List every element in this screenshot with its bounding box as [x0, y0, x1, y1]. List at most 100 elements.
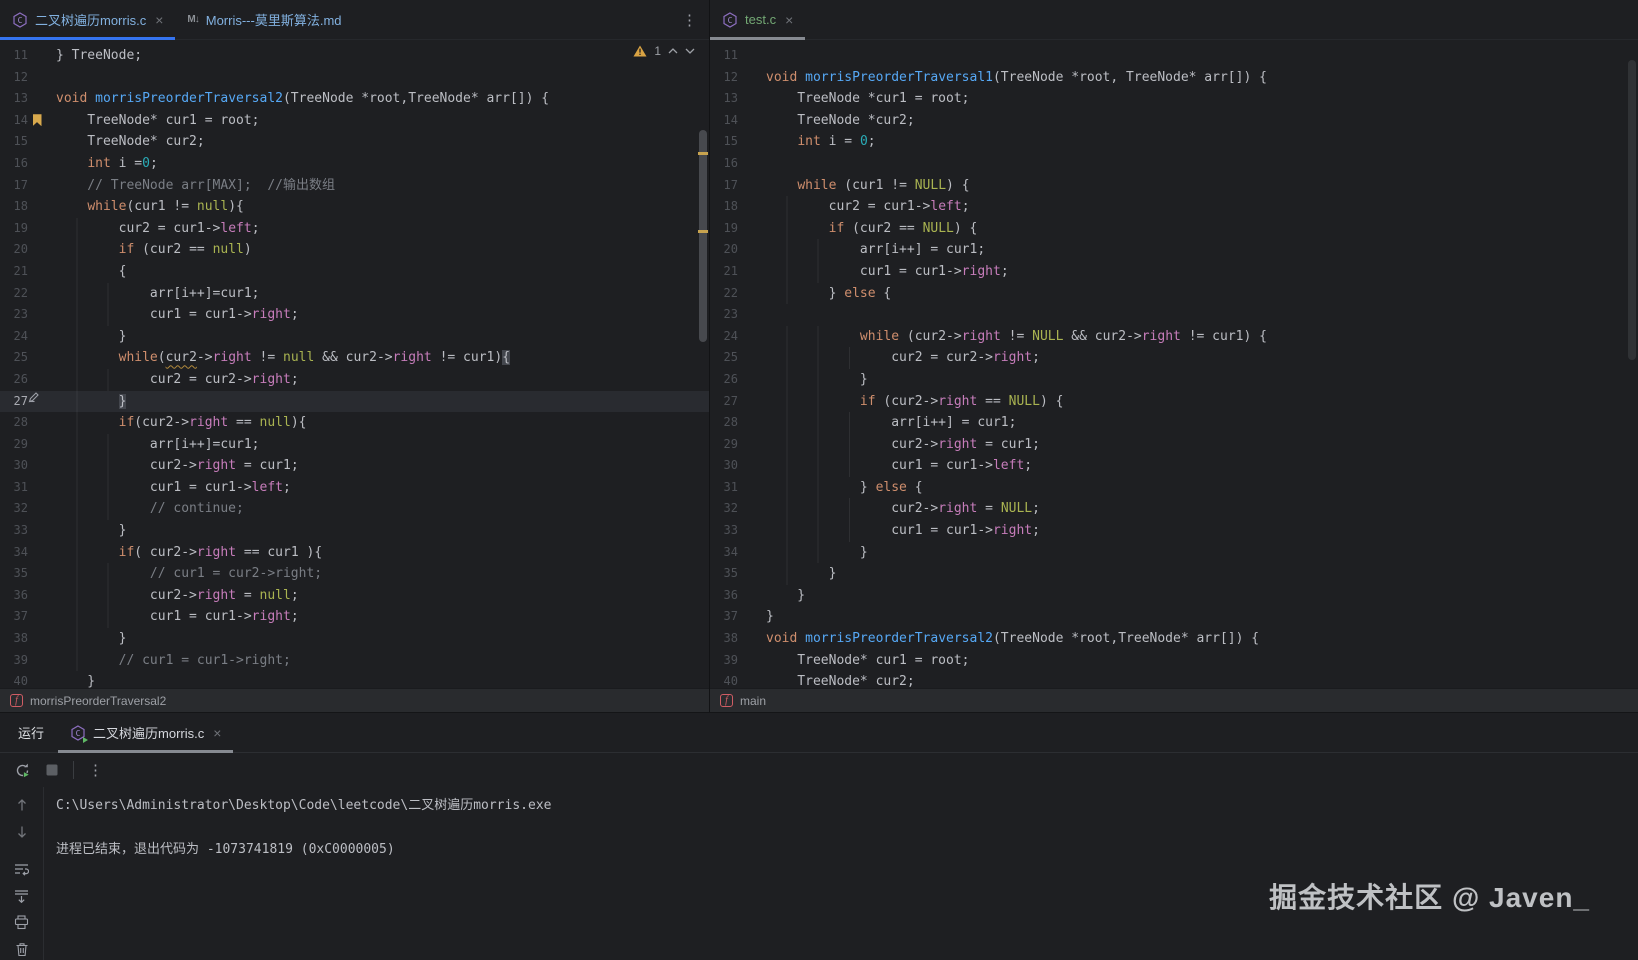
- code-line[interactable]: 39 TreeNode* cur1 = root;: [710, 650, 1638, 672]
- line-number[interactable]: 25: [0, 347, 28, 369]
- breadcrumb-function-name[interactable]: morrisPreorderTraversal2: [30, 694, 166, 708]
- line-number[interactable]: 25: [710, 347, 738, 369]
- code-line[interactable]: 12: [0, 67, 709, 89]
- chevron-down-icon[interactable]: [685, 48, 695, 54]
- code-line[interactable]: 36 }: [710, 585, 1638, 607]
- code-line[interactable]: 21 {: [0, 261, 709, 283]
- code-line[interactable]: 31 } else {: [710, 477, 1638, 499]
- code-line[interactable]: 28 arr[i++] = cur1;: [710, 412, 1638, 434]
- line-number[interactable]: 21: [0, 261, 28, 283]
- line-number[interactable]: 27: [0, 391, 28, 413]
- code-line[interactable]: 31 cur1 = cur1->left;: [0, 477, 709, 499]
- code-line[interactable]: 23: [710, 304, 1638, 326]
- warning-icon[interactable]: [633, 45, 647, 57]
- line-number[interactable]: 29: [0, 434, 28, 456]
- line-number[interactable]: 36: [710, 585, 738, 607]
- prev-occurrence-icon[interactable]: [11, 795, 33, 816]
- line-number[interactable]: 35: [710, 563, 738, 585]
- line-number[interactable]: 15: [0, 131, 28, 153]
- line-number[interactable]: 40: [0, 671, 28, 688]
- code-line[interactable]: 19 cur2 = cur1->left;: [0, 218, 709, 240]
- code-line[interactable]: 20 if (cur2 == null): [0, 239, 709, 261]
- stop-icon[interactable]: [45, 763, 59, 777]
- code-line[interactable]: 28 if(cur2->right == null){: [0, 412, 709, 434]
- line-number[interactable]: 20: [710, 239, 738, 261]
- code-line[interactable]: 36 cur2->right = null;: [0, 585, 709, 607]
- line-number[interactable]: 11: [710, 45, 738, 67]
- line-number[interactable]: 33: [710, 520, 738, 542]
- code-line[interactable]: 39 // cur1 = cur1->right;: [0, 650, 709, 672]
- line-number[interactable]: 21: [710, 261, 738, 283]
- code-line[interactable]: 19 if (cur2 == NULL) {: [710, 218, 1638, 240]
- close-icon[interactable]: ×: [785, 13, 793, 27]
- code-line[interactable]: 30 cur1 = cur1->left;: [710, 455, 1638, 477]
- line-number[interactable]: 24: [0, 326, 28, 348]
- tab-test-c[interactable]: C test.c ×: [710, 0, 805, 39]
- left-editor-scrollbar[interactable]: [698, 40, 708, 688]
- right-breadcrumb[interactable]: f main: [710, 688, 1638, 712]
- line-number[interactable]: 32: [710, 498, 738, 520]
- warning-stripe-mark[interactable]: [698, 152, 708, 155]
- line-number[interactable]: 17: [0, 175, 28, 197]
- code-line[interactable]: 32 cur2->right = NULL;: [710, 498, 1638, 520]
- code-line[interactable]: 15 TreeNode* cur2;: [0, 131, 709, 153]
- code-line[interactable]: 24 while (cur2->right != NULL && cur2->r…: [710, 326, 1638, 348]
- line-number[interactable]: 16: [0, 153, 28, 175]
- code-line[interactable]: 25 cur2 = cur2->right;: [710, 347, 1638, 369]
- line-number[interactable]: 30: [0, 455, 28, 477]
- code-line[interactable]: 26 }: [710, 369, 1638, 391]
- code-line[interactable]: 27 }: [0, 391, 709, 413]
- scrollbar-thumb[interactable]: [1628, 60, 1636, 360]
- scroll-to-end-icon[interactable]: [11, 885, 33, 906]
- rerun-icon[interactable]: [14, 762, 31, 779]
- line-number[interactable]: 26: [0, 369, 28, 391]
- warning-stripe-mark[interactable]: [698, 230, 708, 233]
- line-number[interactable]: 33: [0, 520, 28, 542]
- code-line[interactable]: 38 }: [0, 628, 709, 650]
- code-line[interactable]: 22 arr[i++]=cur1;: [0, 283, 709, 305]
- line-number[interactable]: 38: [0, 628, 28, 650]
- code-line[interactable]: 34 if( cur2->right == cur1 ){: [0, 542, 709, 564]
- code-line[interactable]: 35 }: [710, 563, 1638, 585]
- inspections-widget[interactable]: 1: [633, 44, 695, 58]
- line-number[interactable]: 29: [710, 434, 738, 456]
- tab-morris-c[interactable]: C 二叉树遍历morris.c ×: [0, 0, 175, 39]
- code-line[interactable]: 12void morrisPreorderTraversal1(TreeNode…: [710, 67, 1638, 89]
- line-number[interactable]: 36: [0, 585, 28, 607]
- line-number[interactable]: 31: [0, 477, 28, 499]
- line-number[interactable]: 31: [710, 477, 738, 499]
- line-number[interactable]: 12: [710, 67, 738, 89]
- run-tab[interactable]: C 二叉树遍历morris.c ×: [58, 713, 233, 752]
- left-editor[interactable]: 11} TreeNode;1213void morrisPreorderTrav…: [0, 40, 709, 688]
- code-line[interactable]: 29 cur2->right = cur1;: [710, 434, 1638, 456]
- code-line[interactable]: 16 int i =0;: [0, 153, 709, 175]
- chevron-up-icon[interactable]: [668, 48, 678, 54]
- bookmark-icon[interactable]: [28, 110, 46, 132]
- line-number[interactable]: 14: [0, 110, 28, 132]
- line-number[interactable]: 32: [0, 498, 28, 520]
- code-line[interactable]: 27 if (cur2->right == NULL) {: [710, 391, 1638, 413]
- line-number[interactable]: 38: [710, 628, 738, 650]
- line-number[interactable]: 13: [710, 88, 738, 110]
- code-line[interactable]: 35 // cur1 = cur2->right;: [0, 563, 709, 585]
- close-icon[interactable]: ×: [213, 726, 221, 740]
- line-number[interactable]: 24: [710, 326, 738, 348]
- line-number[interactable]: 40: [710, 671, 738, 688]
- code-line[interactable]: 17 // TreeNode arr[MAX]; //输出数组: [0, 175, 709, 197]
- code-line[interactable]: 24 }: [0, 326, 709, 348]
- code-line[interactable]: 23 cur1 = cur1->right;: [0, 304, 709, 326]
- line-number[interactable]: 11: [0, 45, 28, 67]
- next-occurrence-icon[interactable]: [11, 822, 33, 843]
- more-icon[interactable]: ⋮: [88, 761, 103, 779]
- line-number[interactable]: 23: [0, 304, 28, 326]
- line-number[interactable]: 27: [710, 391, 738, 413]
- line-number[interactable]: 15: [710, 131, 738, 153]
- line-number[interactable]: 37: [0, 606, 28, 628]
- code-line[interactable]: 18 while(cur1 != null){: [0, 196, 709, 218]
- line-number[interactable]: 30: [710, 455, 738, 477]
- line-number[interactable]: 19: [710, 218, 738, 240]
- breadcrumb-function-name[interactable]: main: [740, 694, 766, 708]
- code-line[interactable]: 37}: [710, 606, 1638, 628]
- code-line[interactable]: 14 TreeNode* cur1 = root;: [0, 110, 709, 132]
- line-number[interactable]: 18: [0, 196, 28, 218]
